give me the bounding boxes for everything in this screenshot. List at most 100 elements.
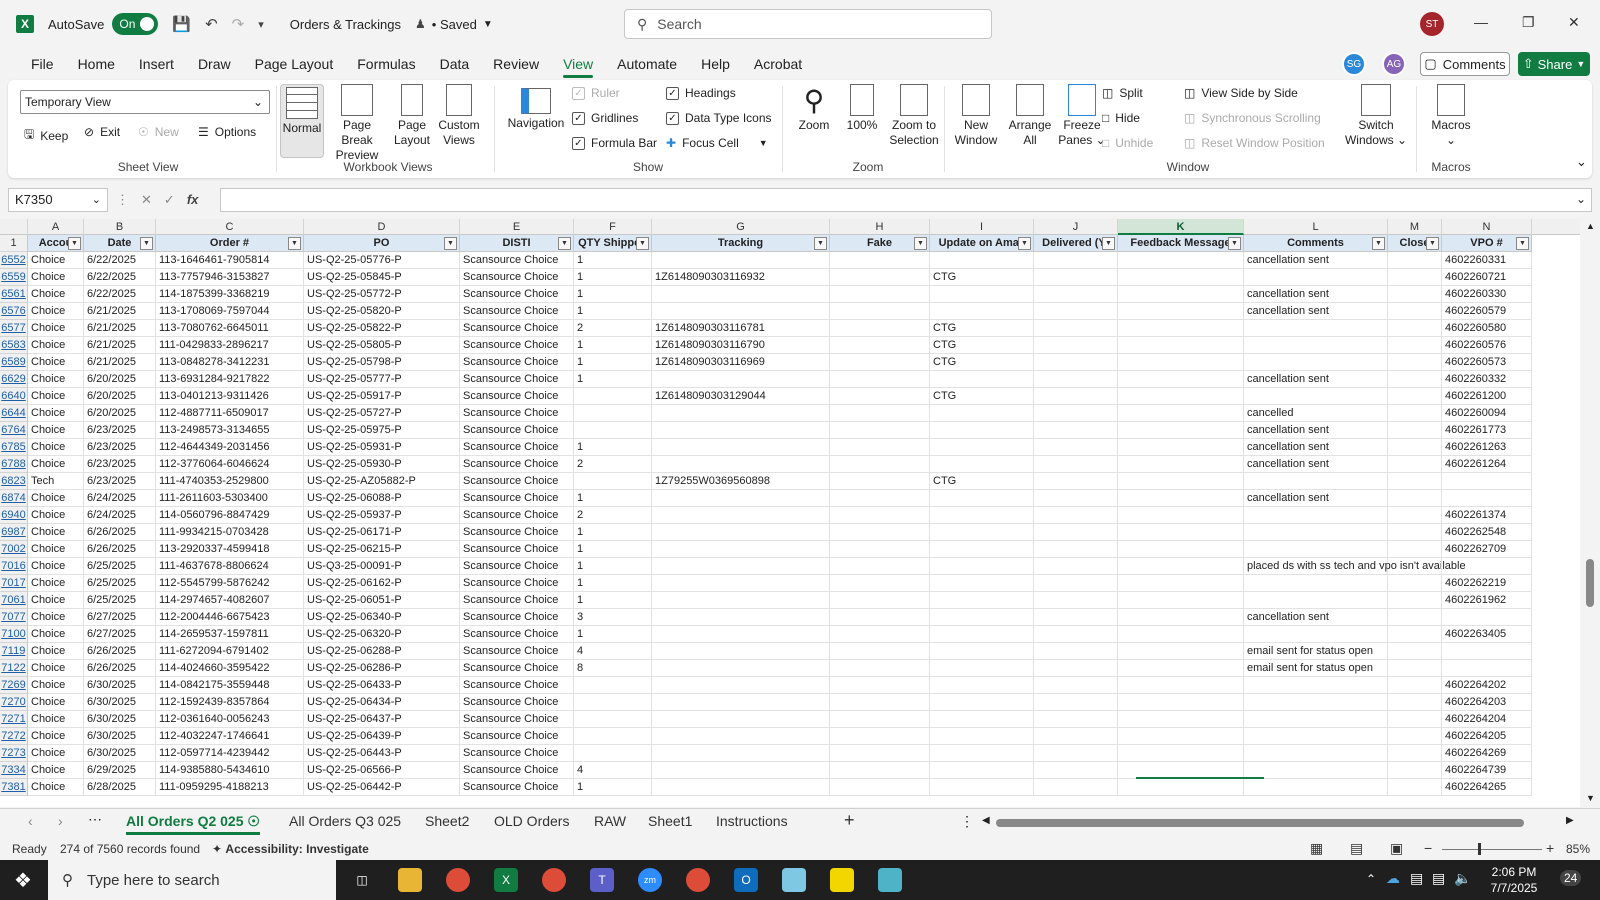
- cell-fake[interactable]: [830, 439, 930, 456]
- cell-disti[interactable]: Scansource Choice: [460, 592, 574, 609]
- cell-date[interactable]: 6/30/2025: [84, 711, 156, 728]
- cell-tracking[interactable]: [652, 592, 830, 609]
- cell-po[interactable]: US-Q2-25-05917-P: [304, 388, 460, 405]
- cell-comments[interactable]: [1244, 592, 1388, 609]
- cell-closed[interactable]: [1388, 728, 1442, 745]
- cell-tracking[interactable]: 1Z6148090303116781: [652, 320, 830, 337]
- cell-qty-shipped[interactable]: 1: [574, 303, 652, 320]
- cell-po[interactable]: US-Q2-25-06171-P: [304, 524, 460, 541]
- cell-tracking[interactable]: [652, 558, 830, 575]
- cell-fake[interactable]: [830, 762, 930, 779]
- cell-disti[interactable]: Scansource Choice: [460, 354, 574, 371]
- row-number[interactable]: 7381: [0, 779, 28, 796]
- formula-input[interactable]: [220, 188, 1592, 212]
- accessibility-button[interactable]: ✦ Accessibility: Investigate: [212, 842, 369, 856]
- cell-delivered[interactable]: [1034, 558, 1118, 575]
- filter-dropdown-icon[interactable]: ▼: [1228, 237, 1241, 250]
- row-number[interactable]: 6785: [0, 439, 28, 456]
- cell-po[interactable]: US-Q2-25-06215-P: [304, 541, 460, 558]
- header-cell-tracking[interactable]: Tracking ▼: [652, 235, 830, 252]
- cell-vpo[interactable]: 4602261200: [1442, 388, 1532, 405]
- cell-po[interactable]: US-Q2-25-05776-P: [304, 252, 460, 269]
- cell-qty-shipped[interactable]: 1: [574, 337, 652, 354]
- cell-qty-shipped[interactable]: [574, 388, 652, 405]
- zoom-slider-thumb[interactable]: [1478, 843, 1481, 855]
- cell-order[interactable]: 112-4032247-1746641: [156, 728, 304, 745]
- filter-dropdown-icon[interactable]: ▼: [1426, 237, 1439, 250]
- cell-po[interactable]: US-Q2-25-05931-P: [304, 439, 460, 456]
- cancel-entry-icon[interactable]: ✕: [141, 192, 152, 208]
- cell-closed[interactable]: [1388, 320, 1442, 337]
- cell-account[interactable]: Choice: [28, 711, 84, 728]
- cell-disti[interactable]: Scansource Choice: [460, 388, 574, 405]
- cell-tracking[interactable]: [652, 779, 830, 796]
- cell-delivered[interactable]: [1034, 303, 1118, 320]
- cell-closed[interactable]: [1388, 779, 1442, 796]
- cell-order[interactable]: 114-2974657-4082607: [156, 592, 304, 609]
- row-number[interactable]: 7334: [0, 762, 28, 779]
- cell-fake[interactable]: [830, 371, 930, 388]
- cell-account[interactable]: Choice: [28, 320, 84, 337]
- cell-order[interactable]: 112-3776064-6046624: [156, 456, 304, 473]
- cell-feedback-message[interactable]: [1118, 694, 1244, 711]
- cell-disti[interactable]: Scansource Choice: [460, 303, 574, 320]
- cell-delivered[interactable]: [1034, 388, 1118, 405]
- cell-order[interactable]: 114-0842175-3559448: [156, 677, 304, 694]
- chrome-icon[interactable]: [446, 868, 470, 892]
- cell-delivered[interactable]: [1034, 660, 1118, 677]
- cell-tracking[interactable]: [652, 422, 830, 439]
- cell-qty-shipped[interactable]: [574, 473, 652, 490]
- clock-time[interactable]: 2:06 PM: [1486, 865, 1542, 879]
- notepad-icon[interactable]: [782, 868, 806, 892]
- cell-order[interactable]: 111-4740353-2529800: [156, 473, 304, 490]
- cell-date[interactable]: 6/20/2025: [84, 388, 156, 405]
- cell-update-on-amazon[interactable]: [930, 439, 1034, 456]
- cell-fake[interactable]: [830, 592, 930, 609]
- cell-closed[interactable]: [1388, 694, 1442, 711]
- cell-account[interactable]: Choice: [28, 422, 84, 439]
- cell-comments[interactable]: [1244, 677, 1388, 694]
- cell-delivered[interactable]: [1034, 575, 1118, 592]
- cell-vpo[interactable]: 4602262548: [1442, 524, 1532, 541]
- cell-account[interactable]: Choice: [28, 303, 84, 320]
- cell-closed[interactable]: [1388, 473, 1442, 490]
- name-box[interactable]: K7350 ⌄: [8, 188, 108, 212]
- cell-po[interactable]: US-Q2-25-05798-P: [304, 354, 460, 371]
- cell-delivered[interactable]: [1034, 371, 1118, 388]
- cell-order[interactable]: 113-0401213-9311426: [156, 388, 304, 405]
- filter-dropdown-icon[interactable]: ▼: [1018, 237, 1031, 250]
- cell-feedback-message[interactable]: [1118, 405, 1244, 422]
- cell-closed[interactable]: [1388, 626, 1442, 643]
- normal-view-button[interactable]: Normal: [280, 84, 324, 158]
- cell-order[interactable]: 113-2498573-3134655: [156, 422, 304, 439]
- cell-delivered[interactable]: [1034, 728, 1118, 745]
- cell-closed[interactable]: [1388, 711, 1442, 728]
- zoom-to-selection-button[interactable]: Zoom to Selection: [884, 84, 944, 148]
- cell-account[interactable]: Choice: [28, 371, 84, 388]
- cell-delivered[interactable]: [1034, 439, 1118, 456]
- cell-vpo[interactable]: 4602260331: [1442, 252, 1532, 269]
- cell-tracking[interactable]: [652, 762, 830, 779]
- cell-update-on-amazon[interactable]: CTG: [930, 388, 1034, 405]
- cell-comments[interactable]: cancellation sent: [1244, 252, 1388, 269]
- cell-account[interactable]: Choice: [28, 558, 84, 575]
- cell-delivered[interactable]: [1034, 541, 1118, 558]
- cell-comments[interactable]: [1244, 762, 1388, 779]
- cell-update-on-amazon[interactable]: [930, 286, 1034, 303]
- cell-date[interactable]: 6/28/2025: [84, 779, 156, 796]
- cell-comments[interactable]: placed ds with ss tech and vpo isn't ava…: [1244, 558, 1466, 575]
- filter-dropdown-icon[interactable]: ▼: [814, 237, 827, 250]
- cell-feedback-message[interactable]: [1118, 728, 1244, 745]
- cell-delivered[interactable]: [1034, 592, 1118, 609]
- cell-po[interactable]: US-Q2-25-06433-P: [304, 677, 460, 694]
- cell-closed[interactable]: [1388, 422, 1442, 439]
- row-number[interactable]: 7077: [0, 609, 28, 626]
- cell-update-on-amazon[interactable]: [930, 677, 1034, 694]
- cell-update-on-amazon[interactable]: [930, 541, 1034, 558]
- header-cell-qty-shipped[interactable]: QTY Shipped ▼: [574, 235, 652, 252]
- cell-vpo[interactable]: 4602260576: [1442, 337, 1532, 354]
- app-icon[interactable]: [878, 868, 902, 892]
- options-button[interactable]: ☰ Options: [198, 125, 256, 139]
- header-cell-delivered[interactable]: Delivered (Y/▼: [1034, 235, 1118, 252]
- freeze-panes-button[interactable]: Freeze Panes ⌄: [1056, 84, 1108, 148]
